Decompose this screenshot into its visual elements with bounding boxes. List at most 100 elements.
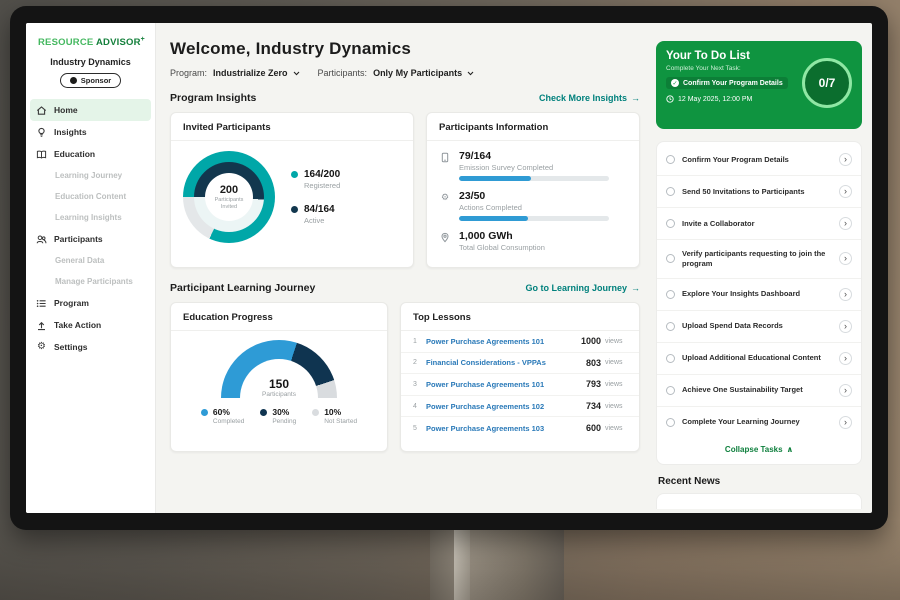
recent-news-card xyxy=(656,493,862,509)
task-checkbox[interactable] xyxy=(666,290,675,299)
task-item[interactable]: Upload Additional Educational Content › xyxy=(657,343,861,375)
legend-item-completed: 60% Completed xyxy=(201,407,244,425)
sidebar-item-program[interactable]: Program xyxy=(26,292,155,314)
task-label: Verify participants requesting to join t… xyxy=(682,249,832,269)
sidebar: RESOURCE ADVISOR+ Industry Dynamics Spon… xyxy=(26,23,156,513)
task-item[interactable]: Complete Your Learning Journey › xyxy=(657,407,861,438)
invited-participants-card: Invited Participants 200 Participants In… xyxy=(170,112,414,268)
people-icon xyxy=(36,234,47,245)
lesson-views-label: views xyxy=(605,338,627,345)
sidebar-item-take-action[interactable]: Take Action xyxy=(26,314,155,336)
donut-center-value: 200 xyxy=(220,184,238,196)
stat-value: 79/164 xyxy=(459,150,609,162)
chevron-right-icon[interactable]: › xyxy=(839,384,852,397)
task-item[interactable]: Verify participants requesting to join t… xyxy=(657,240,861,279)
task-item[interactable]: Explore Your Insights Dashboard › xyxy=(657,279,861,311)
filters-bar: Program: Industrialize Zero Participants… xyxy=(170,68,648,78)
lesson-link[interactable]: Power Purchase Agreements 101 xyxy=(426,380,586,389)
task-checkbox[interactable] xyxy=(666,322,675,331)
dashboard-screen: RESOURCE ADVISOR+ Industry Dynamics Spon… xyxy=(26,23,872,513)
chevron-right-icon[interactable]: › xyxy=(839,217,852,230)
sidebar-item-manage-participants[interactable]: Manage Participants xyxy=(26,271,155,292)
sidebar-item-label: Manage Participants xyxy=(55,277,133,286)
gear-small-icon: ⚙ xyxy=(439,190,451,221)
sidebar-item-education-content[interactable]: Education Content xyxy=(26,186,155,207)
card-title: Invited Participants xyxy=(171,113,413,141)
check-more-insights-link[interactable]: Check More Insights → xyxy=(539,93,640,103)
task-item[interactable]: Send 50 Invitations to Participants › xyxy=(657,176,861,208)
task-checkbox[interactable] xyxy=(666,187,675,196)
sidebar-item-participants[interactable]: Participants xyxy=(26,228,155,250)
logo-resource: RESOURCE xyxy=(38,37,93,48)
lesson-row: 3 Power Purchase Agreements 101 793 view… xyxy=(401,374,639,396)
task-checkbox[interactable] xyxy=(666,386,675,395)
task-checkbox[interactable] xyxy=(666,219,675,228)
participants-select[interactable]: Only My Participants xyxy=(373,68,474,78)
lesson-row: 1 Power Purchase Agreements 101 1000 vie… xyxy=(401,331,639,353)
arrow-right-icon: → xyxy=(631,93,640,103)
legend-dot xyxy=(201,409,208,416)
go-to-learning-journey-link[interactable]: Go to Learning Journey → xyxy=(525,283,640,293)
task-item[interactable]: Invite a Collaborator › xyxy=(657,208,861,240)
todo-next-task[interactable]: ✓ Confirm Your Program Details xyxy=(666,77,788,89)
lesson-row: 4 Power Purchase Agreements 102 734 view… xyxy=(401,396,639,418)
lesson-link[interactable]: Power Purchase Agreements 102 xyxy=(426,402,586,411)
chevron-right-icon[interactable]: › xyxy=(839,153,852,166)
chevron-right-icon[interactable]: › xyxy=(839,288,852,301)
lesson-row: 2 Financial Considerations - VPPAs 803 v… xyxy=(401,353,639,375)
sidebar-item-label: Program xyxy=(54,298,89,308)
home-icon xyxy=(36,105,47,116)
chevron-down-icon xyxy=(467,71,474,76)
task-item[interactable]: Confirm Your Program Details › xyxy=(657,144,861,176)
bulb-icon xyxy=(36,127,47,138)
lesson-views: 803 xyxy=(586,358,601,368)
recent-news-title: Recent News xyxy=(656,476,862,487)
task-label: Explore Your Insights Dashboard xyxy=(682,289,832,299)
lesson-link[interactable]: Power Purchase Agreements 101 xyxy=(426,337,581,346)
stat-label: Total Global Consumption xyxy=(459,243,545,252)
sidebar-item-learning-insights[interactable]: Learning Insights xyxy=(26,207,155,228)
sidebar-item-learning-journey[interactable]: Learning Journey xyxy=(26,165,155,186)
photo-background: RESOURCE ADVISOR+ Industry Dynamics Spon… xyxy=(0,0,900,600)
monitor-bezel: RESOURCE ADVISOR+ Industry Dynamics Spon… xyxy=(10,6,888,530)
gauge-legend: 60% Completed 30% Pending xyxy=(201,407,357,425)
chevron-right-icon[interactable]: › xyxy=(839,252,852,265)
emission-survey-progress-track xyxy=(459,176,609,181)
actions-progress-track xyxy=(459,216,609,221)
card-title: Participants Information xyxy=(427,113,639,141)
page-title: Welcome, Industry Dynamics xyxy=(170,39,648,59)
arrow-right-icon: → xyxy=(631,283,640,293)
sidebar-item-label: Home xyxy=(54,105,78,115)
check-icon: ✓ xyxy=(671,79,679,87)
chevron-right-icon[interactable]: › xyxy=(839,352,852,365)
sidebar-item-settings[interactable]: ⚙ Settings xyxy=(26,336,155,358)
sidebar-item-general-data[interactable]: General Data xyxy=(26,250,155,271)
task-checkbox[interactable] xyxy=(666,254,675,263)
logo-plus: + xyxy=(141,36,145,43)
program-select-value: Industrialize Zero xyxy=(213,68,288,78)
task-checkbox[interactable] xyxy=(666,354,675,363)
program-insights-section-header: Program Insights Check More Insights → xyxy=(170,92,640,104)
sidebar-item-home[interactable]: Home xyxy=(30,99,151,121)
sponsor-label: Sponsor xyxy=(81,76,111,85)
chevron-right-icon[interactable]: › xyxy=(839,185,852,198)
sidebar-item-insights[interactable]: Insights xyxy=(26,121,155,143)
take-action-icon xyxy=(36,320,47,331)
chevron-right-icon[interactable]: › xyxy=(839,320,852,333)
lesson-views: 734 xyxy=(586,401,601,411)
task-checkbox[interactable] xyxy=(666,418,675,427)
task-item[interactable]: Achieve One Sustainability Target › xyxy=(657,375,861,407)
lesson-link[interactable]: Financial Considerations - VPPAs xyxy=(426,358,586,367)
chevron-right-icon[interactable]: › xyxy=(839,416,852,429)
task-checkbox[interactable] xyxy=(666,155,675,164)
main-content: Welcome, Industry Dynamics Program: Indu… xyxy=(156,23,648,513)
collapse-tasks-link[interactable]: Collapse Tasks ∧ xyxy=(657,438,861,462)
sponsor-badge[interactable]: Sponsor xyxy=(60,73,121,88)
task-item[interactable]: Upload Spend Data Records › xyxy=(657,311,861,343)
sidebar-item-education[interactable]: Education xyxy=(26,143,155,165)
link-label: Go to Learning Journey xyxy=(525,283,627,293)
gauge-center-value: 150 xyxy=(221,377,337,391)
lesson-link[interactable]: Power Purchase Agreements 103 xyxy=(426,424,586,433)
org-name: Industry Dynamics xyxy=(26,57,155,67)
program-select[interactable]: Industrialize Zero xyxy=(213,68,300,78)
